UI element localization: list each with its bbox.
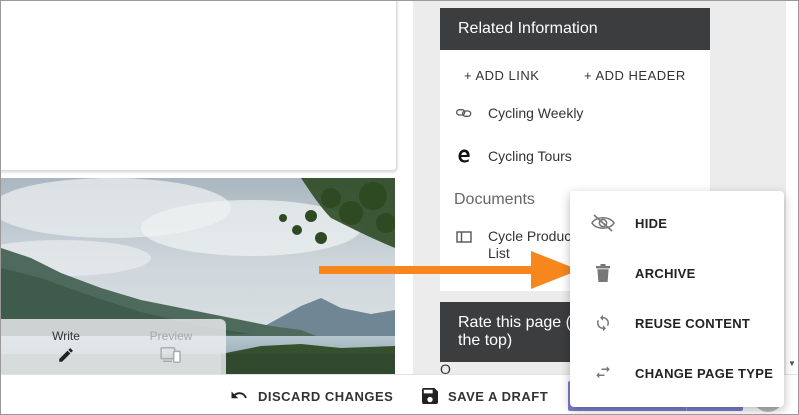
menu-item-label: HIDE xyxy=(635,215,668,231)
menu-item-hide[interactable]: HIDE xyxy=(570,198,784,248)
menu-item-archive[interactable]: ARCHIVE xyxy=(570,248,784,298)
menu-item-label: ARCHIVE xyxy=(635,265,696,281)
related-link-label: Cycling Weekly xyxy=(488,105,584,121)
write-tab-label: Write xyxy=(52,329,80,343)
page-actions-menu: HIDE ARCHIVE REUSE CONTENT CHANGE PAGE T… xyxy=(570,191,784,407)
write-preview-toggle: Write Preview xyxy=(1,319,226,374)
save-draft-button[interactable]: SAVE A DRAFT xyxy=(422,375,549,414)
add-header-button[interactable]: + ADD HEADER xyxy=(584,68,686,83)
save-draft-label: SAVE A DRAFT xyxy=(448,388,549,404)
documents-section-title: Documents xyxy=(454,191,535,208)
related-information-title: Related Information xyxy=(440,8,710,50)
discard-changes-label: DISCARD CHANGES xyxy=(258,388,394,404)
related-link-label: Cycling Tours xyxy=(488,148,572,164)
undo-icon xyxy=(230,389,248,403)
related-link-item[interactable]: Cycling Weekly xyxy=(456,105,583,121)
annotation-arrow xyxy=(319,251,579,289)
write-tab[interactable]: Write xyxy=(26,329,106,367)
menu-item-label: CHANGE PAGE TYPE xyxy=(635,365,774,381)
related-link-item[interactable]: Cycling Tours xyxy=(456,148,572,164)
link-icon xyxy=(456,107,472,119)
eye-off-icon xyxy=(590,213,616,233)
menu-item-reuse-content[interactable]: REUSE CONTENT xyxy=(570,298,784,348)
edge-icon xyxy=(456,148,472,164)
devices-icon xyxy=(131,346,211,367)
menu-item-label: REUSE CONTENT xyxy=(635,315,751,331)
content-editor-card[interactable] xyxy=(1,1,397,171)
preview-tab[interactable]: Preview xyxy=(131,329,211,367)
save-icon xyxy=(422,388,438,404)
swap-icon xyxy=(590,365,616,381)
refresh-icon xyxy=(590,314,616,332)
menu-item-change-page-type[interactable]: CHANGE PAGE TYPE xyxy=(570,348,784,398)
add-link-button[interactable]: + ADD LINK xyxy=(464,68,539,83)
pencil-icon xyxy=(26,346,106,367)
discard-changes-button[interactable]: DISCARD CHANGES xyxy=(230,375,394,414)
scroll-down-arrow[interactable]: ▼ xyxy=(788,359,796,368)
preview-tab-label: Preview xyxy=(149,329,193,343)
app-frame: Write Preview ▼ Related Information + AD… xyxy=(0,0,799,415)
trash-icon xyxy=(590,264,616,282)
